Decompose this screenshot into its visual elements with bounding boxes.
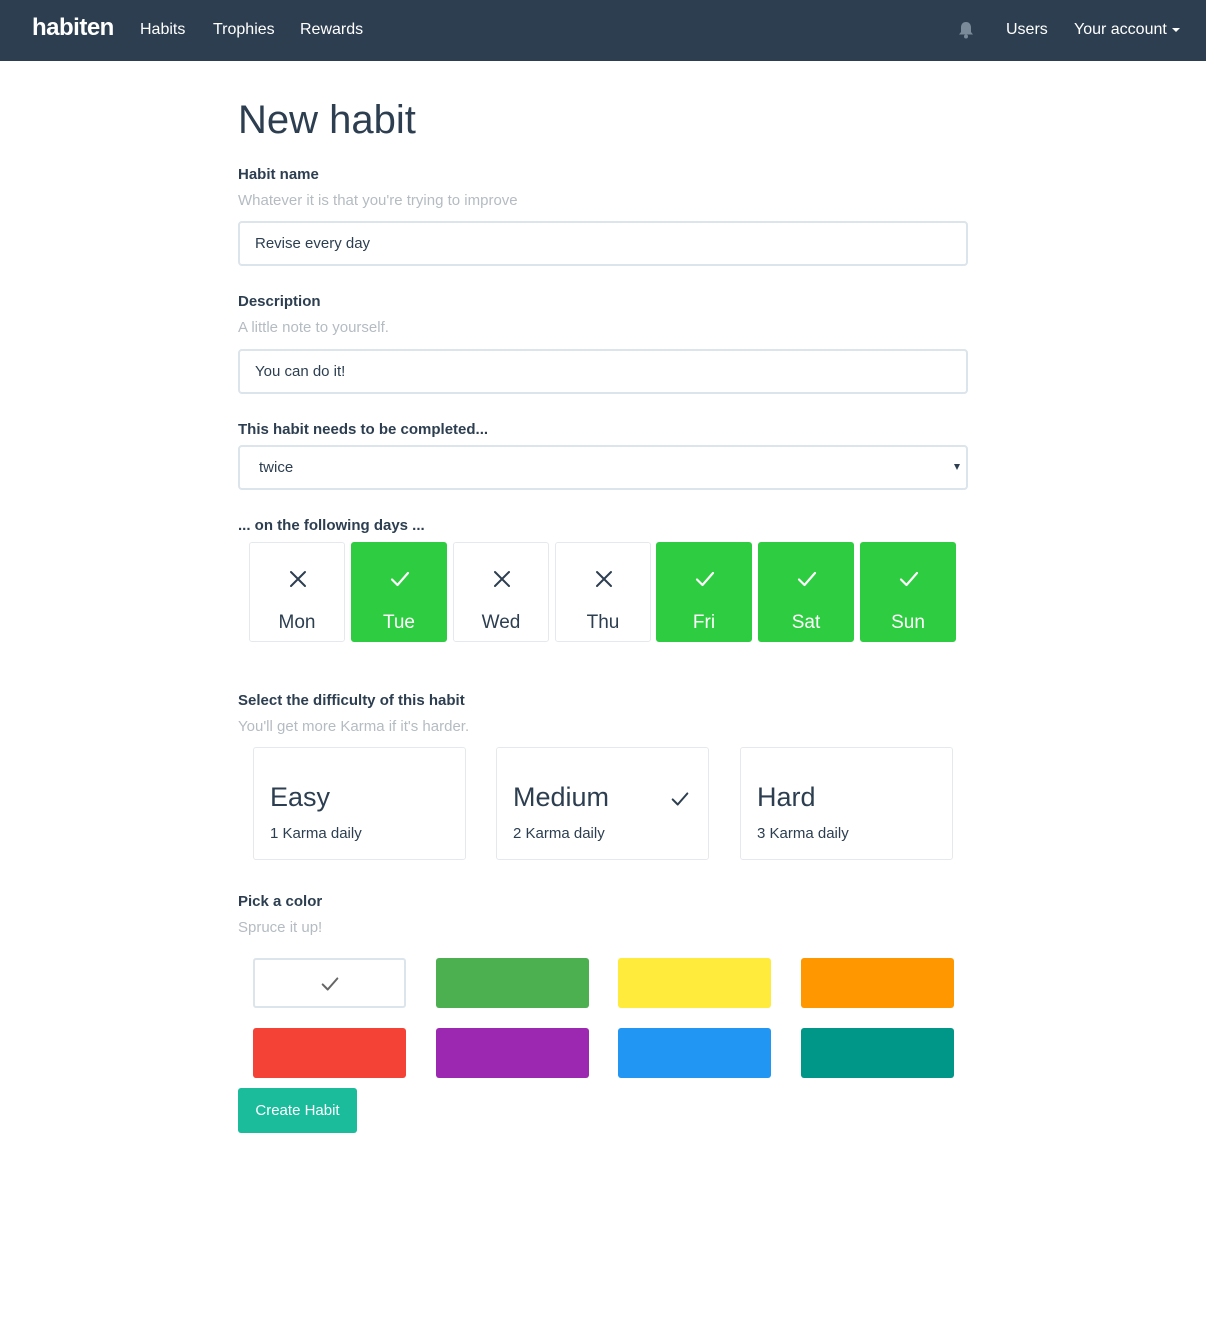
brand-logo[interactable]: habiten [32, 14, 114, 42]
day-toggle-thu[interactable]: Thu [555, 542, 651, 642]
x-icon [490, 567, 514, 591]
difficulty-name: Medium [513, 782, 610, 812]
color-label: Pick a color [238, 893, 323, 910]
color-swatch[interactable] [253, 1028, 406, 1078]
day-label: Sat [791, 612, 821, 633]
day-label: Wed [481, 612, 521, 633]
habit-name-input[interactable] [238, 221, 968, 266]
caret-down-icon [1171, 27, 1180, 32]
habit-name-label: Habit name [238, 166, 319, 183]
color-swatch[interactable] [253, 958, 406, 1008]
color-swatch[interactable] [436, 958, 589, 1008]
difficulty-karma: 3 Karma daily [757, 825, 849, 842]
color-swatch[interactable] [801, 958, 954, 1008]
day-label: Tue [382, 612, 416, 633]
day-toggle-sat[interactable]: Sat [758, 542, 854, 642]
day-toggle-sun[interactable]: Sun [860, 542, 956, 642]
difficulty-help: You'll get more Karma if it's harder. [238, 718, 470, 735]
difficulty-name: Hard [757, 782, 816, 812]
nav-rewards[interactable]: Rewards [300, 21, 363, 39]
check-icon [317, 973, 343, 995]
page-title: New habit [238, 98, 416, 142]
description-help: A little note to yourself. [238, 319, 389, 336]
day-toggle-wed[interactable]: Wed [453, 542, 549, 642]
dropdown-arrow-icon [954, 464, 960, 470]
check-icon [795, 567, 819, 591]
nav-users[interactable]: Users [1006, 21, 1048, 39]
color-swatch[interactable] [618, 958, 771, 1008]
difficulty-name: Easy [270, 782, 331, 812]
day-toggle-tue[interactable]: Tue [351, 542, 447, 642]
color-swatch[interactable] [618, 1028, 771, 1078]
day-label: Thu [586, 612, 620, 633]
habit-name-help: Whatever it is that you're trying to imp… [238, 192, 518, 209]
description-label: Description [238, 293, 321, 310]
color-swatch[interactable] [436, 1028, 589, 1078]
difficulty-karma: 2 Karma daily [513, 825, 605, 842]
day-toggle-fri[interactable]: Fri [656, 542, 752, 642]
nav-account-label: Your account [1074, 21, 1167, 38]
bell-icon[interactable] [958, 21, 974, 39]
check-icon [897, 567, 921, 591]
days-label: ... on the following days ... [238, 517, 425, 534]
x-icon [286, 567, 310, 591]
day-toggle-mon[interactable]: Mon [249, 542, 345, 642]
nav-habits[interactable]: Habits [140, 21, 185, 39]
day-label: Mon [278, 612, 316, 633]
difficulty-option-medium[interactable]: Medium 2 Karma daily [496, 747, 709, 860]
check-icon [669, 788, 691, 810]
frequency-selected-value: twice [259, 459, 294, 476]
difficulty-label: Select the difficulty of this habit [238, 692, 465, 709]
frequency-select[interactable]: twice [238, 445, 968, 490]
difficulty-karma: 1 Karma daily [270, 825, 362, 842]
navbar: habiten Habits Trophies Rewards Users Yo… [0, 0, 1206, 61]
nav-account-dropdown[interactable]: Your account [1074, 21, 1180, 39]
create-habit-button[interactable]: Create Habit [238, 1088, 357, 1133]
day-label: Fri [692, 612, 716, 633]
day-label: Sun [891, 612, 925, 633]
color-help: Spruce it up! [238, 919, 323, 936]
nav-trophies[interactable]: Trophies [213, 21, 275, 39]
color-swatch[interactable] [801, 1028, 954, 1078]
difficulty-option-easy[interactable]: Easy 1 Karma daily [253, 747, 466, 860]
x-icon [592, 567, 616, 591]
frequency-label: This habit needs to be completed... [238, 421, 489, 438]
check-icon [693, 567, 717, 591]
check-icon [388, 567, 412, 591]
description-input[interactable] [238, 349, 968, 394]
difficulty-option-hard[interactable]: Hard 3 Karma daily [740, 747, 953, 860]
